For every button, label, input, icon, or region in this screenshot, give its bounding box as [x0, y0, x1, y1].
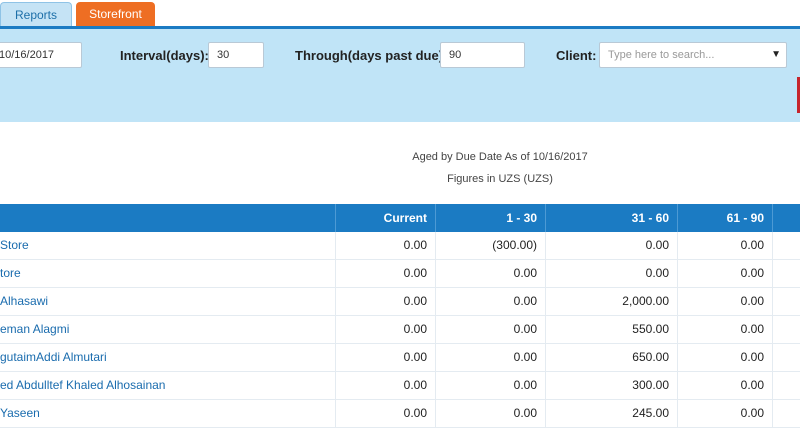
d61-90-value: 0.00: [740, 350, 764, 364]
current-value: 0.00: [403, 406, 427, 420]
chevron-down-icon[interactable]: ▼: [771, 43, 781, 67]
table-header: Current 1 - 30 31 - 60 61 - 90: [0, 204, 800, 232]
customer-name-link[interactable]: gutaimAddi Almutari: [0, 344, 107, 371]
d31-60-value: 550.00: [632, 322, 669, 336]
table-row: gutaimAddi Almutari 0.00 0.00 650.00 0.0…: [0, 344, 800, 372]
d31-60-value: 650.00: [632, 350, 669, 364]
customer-name-link[interactable]: Store: [0, 232, 29, 259]
d1-30-value: 0.00: [513, 350, 537, 364]
row-divider: [772, 372, 773, 400]
col-1-30[interactable]: 1 - 30: [436, 204, 545, 232]
d31-60-value: 0.00: [645, 266, 669, 280]
customer-name-link[interactable]: Yaseen: [0, 400, 40, 427]
table-row: ed Abdulltef Khaled Alhosainan 0.00 0.00…: [0, 372, 800, 400]
interval-label: Interval(days):: [120, 48, 209, 63]
d31-60-value: 245.00: [632, 406, 669, 420]
customer-name-link[interactable]: tore: [0, 260, 21, 287]
current-value: 0.00: [403, 350, 427, 364]
customer-name-link[interactable]: Alhasawi: [0, 288, 48, 315]
report-currency: Figures in UZS (UZS): [447, 173, 553, 185]
customer-name-link[interactable]: eman Alagmi: [0, 316, 69, 343]
d1-30-value: 0.00: [513, 294, 537, 308]
d1-30-value: 0.00: [513, 378, 537, 392]
d1-30-value: (300.00): [492, 238, 537, 252]
through-input[interactable]: 90: [440, 42, 525, 68]
client-select[interactable]: Type here to search... ▼: [599, 42, 787, 68]
d31-60-value: 2,000.00: [622, 294, 669, 308]
d61-90-value: 0.00: [740, 294, 764, 308]
d61-90-value: 0.00: [740, 378, 764, 392]
client-search-placeholder: Type here to search...: [608, 49, 715, 61]
table-row: eman Alagmi 0.00 0.00 550.00 0.00: [0, 316, 800, 344]
current-value: 0.00: [403, 294, 427, 308]
tab-storefront[interactable]: Storefront: [76, 2, 155, 26]
row-divider: [772, 288, 773, 316]
d61-90-value: 0.00: [740, 406, 764, 420]
tab-reports[interactable]: Reports: [0, 2, 72, 26]
table-row: Alhasawi 0.00 0.00 2,000.00 0.00: [0, 288, 800, 316]
d1-30-value: 0.00: [513, 266, 537, 280]
current-value: 0.00: [403, 266, 427, 280]
d1-30-value: 0.00: [513, 406, 537, 420]
row-divider: [772, 316, 773, 344]
through-label: Through(days past due):: [295, 48, 448, 63]
table-row: tore 0.00 0.00 0.00 0.00: [0, 260, 800, 288]
row-divider: [772, 400, 773, 428]
d31-60-value: 300.00: [632, 378, 669, 392]
current-value: 0.00: [403, 322, 427, 336]
d31-60-value: 0.00: [645, 238, 669, 252]
as-of-date-field[interactable]: 10/16/2017: [0, 42, 82, 68]
col-61-90[interactable]: 61 - 90: [678, 204, 772, 232]
row-divider: [772, 344, 773, 372]
d61-90-value: 0.00: [740, 322, 764, 336]
column-divider: [772, 204, 773, 232]
customer-name-link[interactable]: ed Abdulltef Khaled Alhosainan: [0, 372, 165, 399]
current-value: 0.00: [403, 378, 427, 392]
row-divider: [772, 232, 773, 260]
current-value: 0.00: [403, 238, 427, 252]
col-current[interactable]: Current: [336, 204, 435, 232]
row-divider: [772, 260, 773, 288]
d61-90-value: 0.00: [740, 266, 764, 280]
top-tab-bar: Reports Storefront: [0, 0, 800, 26]
d61-90-value: 0.00: [740, 238, 764, 252]
col-31-60[interactable]: 31 - 60: [546, 204, 677, 232]
table-row: Yaseen 0.00 0.00 245.00 0.00: [0, 400, 800, 428]
filter-panel: 10/16/2017 Interval(days): 30 Through(da…: [0, 29, 800, 122]
report-subtitle: Aged by Due Date As of 10/16/2017: [412, 151, 588, 163]
table-row: Store 0.00 (300.00) 0.00 0.00: [0, 232, 800, 260]
interval-input[interactable]: 30: [208, 42, 264, 68]
d1-30-value: 0.00: [513, 322, 537, 336]
client-label: Client:: [556, 48, 597, 63]
